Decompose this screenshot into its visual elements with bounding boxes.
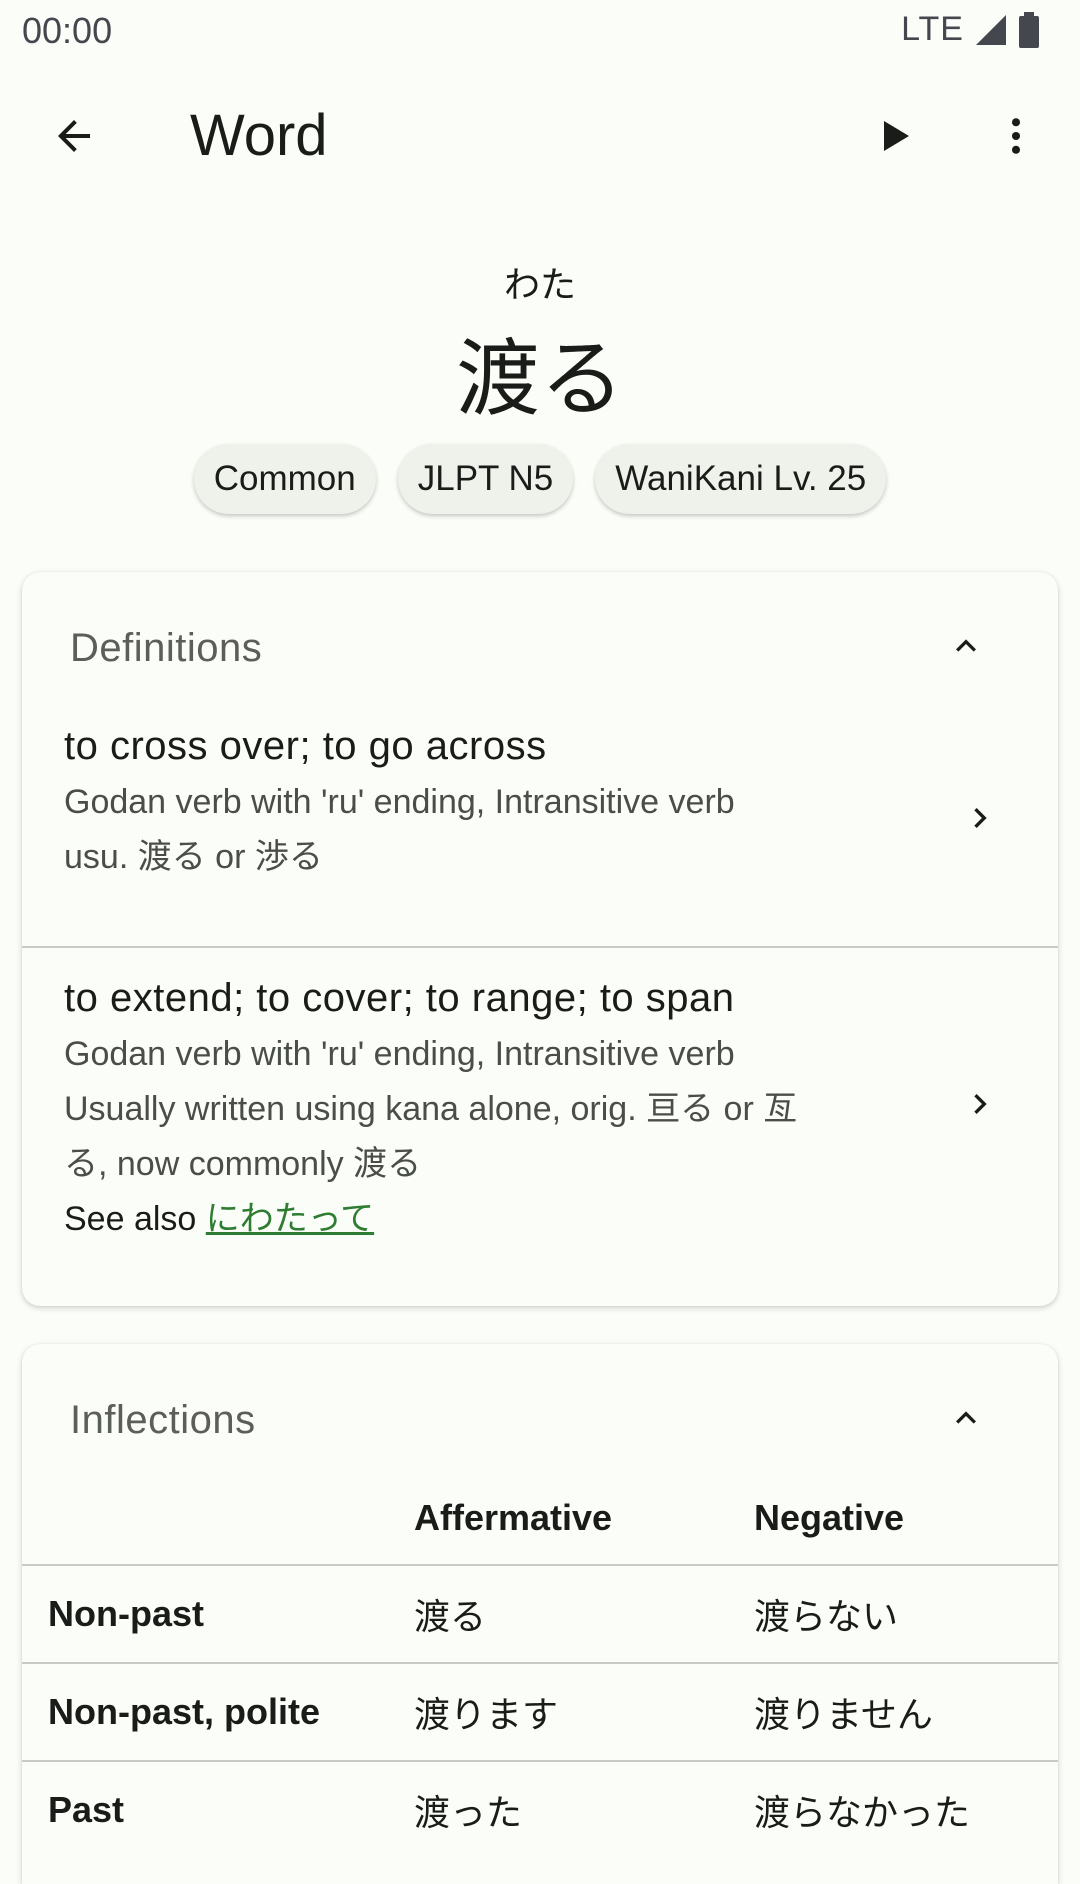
definitions-card: Definitions to cross over; to go across … [22, 572, 1058, 1306]
network-type: LTE [901, 10, 964, 48]
see-also-link[interactable]: にわたって [206, 1200, 374, 1238]
more-vert-icon [1011, 118, 1021, 154]
status-bar: 00:00 LTE [0, 0, 1080, 64]
tag-chips: Common JLPT N5 WaniKani Lv. 25 [0, 444, 1080, 514]
status-time: 00:00 [22, 10, 113, 51]
battery-icon [1019, 11, 1039, 48]
inflections-collapse-button[interactable] [934, 1386, 998, 1450]
chevron-up-icon [956, 639, 976, 652]
inflection-negative: 渡りません [753, 1662, 1058, 1761]
chevron-right-icon [974, 1094, 987, 1114]
table-row: Non-past 渡る 渡らない [22, 1564, 1058, 1663]
definition-gloss: to cross over; to go across [64, 724, 547, 768]
definition-gloss: to extend; to cover; to range; to span [64, 976, 735, 1020]
arrow-back-icon [58, 120, 90, 152]
definition-note: る, now commonly 渡る [64, 1145, 422, 1183]
definition-pos: Godan verb with 'ru' ending, Intransitiv… [64, 783, 735, 821]
definition-open-button[interactable] [952, 790, 1008, 846]
more-options-button[interactable] [972, 92, 1060, 180]
inflection-label: Non-past, polite [22, 1662, 413, 1761]
tag-chip-wanikani[interactable]: WaniKani Lv. 25 [595, 444, 887, 514]
see-also-label: See also [64, 1200, 197, 1238]
table-row: Non-past, polite 渡ります 渡りません [22, 1662, 1058, 1761]
signal-icon [976, 14, 1006, 45]
back-button[interactable] [30, 92, 118, 180]
inflection-negative: 渡らない [753, 1564, 1058, 1663]
definition-item[interactable]: to cross over; to go across Godan verb w… [22, 724, 1058, 946]
inflections-card: Inflections Affermative Negative Non-pas… [22, 1344, 1058, 1884]
inflection-affirmative: 渡る [413, 1564, 753, 1663]
chevron-right-icon [974, 808, 987, 828]
inflection-affirmative: 渡ります [413, 1662, 753, 1761]
definition-note: usu. 渡る or 渉る [64, 838, 323, 876]
inflections-title: Inflections [70, 1398, 256, 1442]
definition-open-button[interactable] [952, 1076, 1008, 1132]
table-row: Past 渡った 渡らなかった [22, 1760, 1058, 1858]
inflection-negative: 渡らなかった [753, 1760, 1058, 1858]
tag-chip-jlpt[interactable]: JLPT N5 [397, 444, 574, 514]
inflection-label: Past [22, 1760, 413, 1858]
inflections-table: Affermative Negative Non-past 渡る 渡らない No… [22, 1472, 1058, 1858]
status-icons: LTE [901, 10, 1040, 49]
word-reading: わた [503, 265, 576, 306]
play-audio-button[interactable] [850, 92, 938, 180]
word-kanji: 渡る [455, 330, 624, 428]
definitions-title: Definitions [70, 626, 263, 670]
definitions-collapse-button[interactable] [934, 614, 998, 678]
definition-note: Usually written using kana alone, orig. … [64, 1090, 798, 1128]
play-icon [884, 121, 909, 151]
page-title: Word [190, 103, 328, 168]
see-also: See also にわたって [64, 1192, 1058, 1247]
chevron-up-icon [956, 1411, 976, 1424]
inflection-affirmative: 渡った [413, 1760, 753, 1858]
definitions-header[interactable]: Definitions [22, 572, 1058, 722]
top-app-bar: Word [0, 72, 1080, 200]
definition-item[interactable]: to extend; to cover; to range; to span G… [22, 948, 1058, 1286]
definition-pos: Godan verb with 'ru' ending, Intransitiv… [64, 1035, 735, 1073]
inflection-label: Non-past [22, 1564, 413, 1663]
tag-chip-common[interactable]: Common [193, 444, 376, 514]
inflections-header[interactable]: Inflections [22, 1344, 1058, 1494]
